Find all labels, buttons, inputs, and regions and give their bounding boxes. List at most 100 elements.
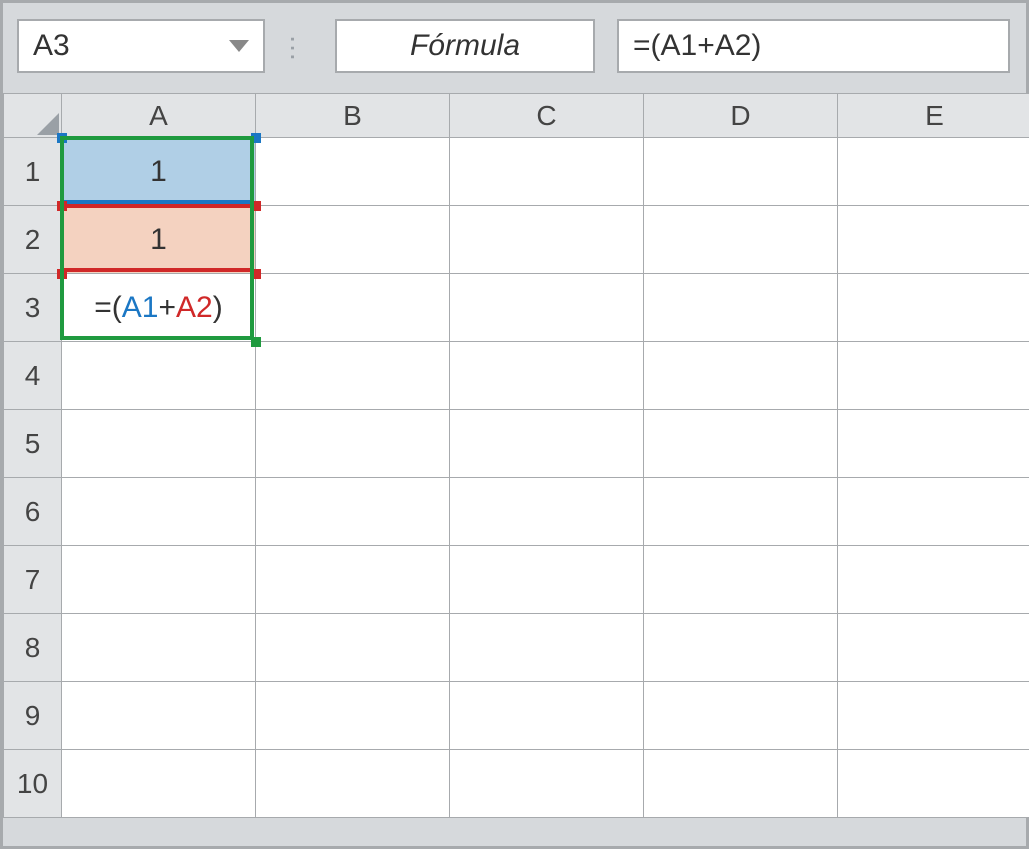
table-row: 8 [4,614,1029,682]
row-header-3[interactable]: 3 [4,274,62,342]
table-row: 9 [4,682,1029,750]
row-header-7[interactable]: 7 [4,546,62,614]
formula-token-ref2: A2 [176,291,213,324]
cell-D9[interactable] [644,682,838,750]
formula-token-prefix: =( [94,291,122,324]
col-header-B[interactable]: B [256,94,450,138]
formula-toolbar: A3 … Fórmula =(A1+A2) [3,3,1026,93]
chevron-down-icon[interactable] [229,40,249,52]
cell-A5[interactable] [62,410,256,478]
row-label: 3 [25,292,41,323]
cell-E5[interactable] [838,410,1029,478]
cell-A2[interactable]: 1 [62,206,256,274]
formula-label-box: Fórmula [335,19,595,73]
row-header-2[interactable]: 2 [4,206,62,274]
cell-E3[interactable] [838,274,1029,342]
cell-E8[interactable] [838,614,1029,682]
cell-C3[interactable] [450,274,644,342]
app-window: A3 … Fórmula =(A1+A2) [0,0,1029,849]
cell-C8[interactable] [450,614,644,682]
col-header-C[interactable]: C [450,94,644,138]
row-header-6[interactable]: 6 [4,478,62,546]
cell-E9[interactable] [838,682,1029,750]
cell-A1[interactable]: 1 [62,138,256,206]
row-label: 1 [25,156,41,187]
select-all-corner[interactable] [4,94,62,138]
cell-C2[interactable] [450,206,644,274]
row-header-10[interactable]: 10 [4,750,62,818]
cell-D10[interactable] [644,750,838,818]
cell-C4[interactable] [450,342,644,410]
cell-C5[interactable] [450,410,644,478]
spreadsheet-grid: A B C D E 1 1 2 1 [3,93,1026,818]
row-label: 10 [17,768,48,799]
cell-D6[interactable] [644,478,838,546]
row-label: 8 [25,632,41,663]
row-label: 9 [25,700,41,731]
row-label: 6 [25,496,41,527]
cell-C1[interactable] [450,138,644,206]
table-row: 10 [4,750,1029,818]
cell-E10[interactable] [838,750,1029,818]
cell-C7[interactable] [450,546,644,614]
cell-D2[interactable] [644,206,838,274]
formula-bar[interactable]: =(A1+A2) [617,19,1010,73]
row-label: 2 [25,224,41,255]
row-header-9[interactable]: 9 [4,682,62,750]
cell-B7[interactable] [256,546,450,614]
cell-E6[interactable] [838,478,1029,546]
cell-B10[interactable] [256,750,450,818]
formula-token-op: + [158,291,176,324]
cell-A3[interactable]: =(A1+A2) [62,274,256,342]
cell-C6[interactable] [450,478,644,546]
cell-B4[interactable] [256,342,450,410]
cell-D4[interactable] [644,342,838,410]
cell-D3[interactable] [644,274,838,342]
col-header-A[interactable]: A [62,94,256,138]
col-label: B [343,100,362,131]
cell-B9[interactable] [256,682,450,750]
col-header-D[interactable]: D [644,94,838,138]
cell-C10[interactable] [450,750,644,818]
cell-E7[interactable] [838,546,1029,614]
cell-B8[interactable] [256,614,450,682]
column-header-row: A B C D E [4,94,1029,138]
cell-A6[interactable] [62,478,256,546]
sheet-table: A B C D E 1 1 2 1 [3,93,1029,818]
formula-bar-value: =(A1+A2) [633,29,761,63]
name-box-value: A3 [33,29,70,63]
cell-D7[interactable] [644,546,838,614]
cell-A4[interactable] [62,342,256,410]
cell-E1[interactable] [838,138,1029,206]
cell-D5[interactable] [644,410,838,478]
cell-value: 1 [150,223,167,256]
col-header-E[interactable]: E [838,94,1029,138]
cell-A10[interactable] [62,750,256,818]
cell-B3[interactable] [256,274,450,342]
cell-B5[interactable] [256,410,450,478]
row-header-5[interactable]: 5 [4,410,62,478]
cell-D1[interactable] [644,138,838,206]
vertical-dots-icon[interactable]: … [265,30,335,62]
cell-E2[interactable] [838,206,1029,274]
table-row: 2 1 [4,206,1029,274]
row-header-8[interactable]: 8 [4,614,62,682]
cell-D8[interactable] [644,614,838,682]
name-box[interactable]: A3 [17,19,265,73]
cell-A8[interactable] [62,614,256,682]
cell-B1[interactable] [256,138,450,206]
cell-value: 1 [150,155,167,188]
cell-C9[interactable] [450,682,644,750]
row-label: 4 [25,360,41,391]
table-row: 4 [4,342,1029,410]
cell-B2[interactable] [256,206,450,274]
cell-B6[interactable] [256,478,450,546]
row-label: 5 [25,428,41,459]
col-label: D [730,100,750,131]
row-header-1[interactable]: 1 [4,138,62,206]
cell-A9[interactable] [62,682,256,750]
cell-E4[interactable] [838,342,1029,410]
row-label: 7 [25,564,41,595]
row-header-4[interactable]: 4 [4,342,62,410]
cell-A7[interactable] [62,546,256,614]
